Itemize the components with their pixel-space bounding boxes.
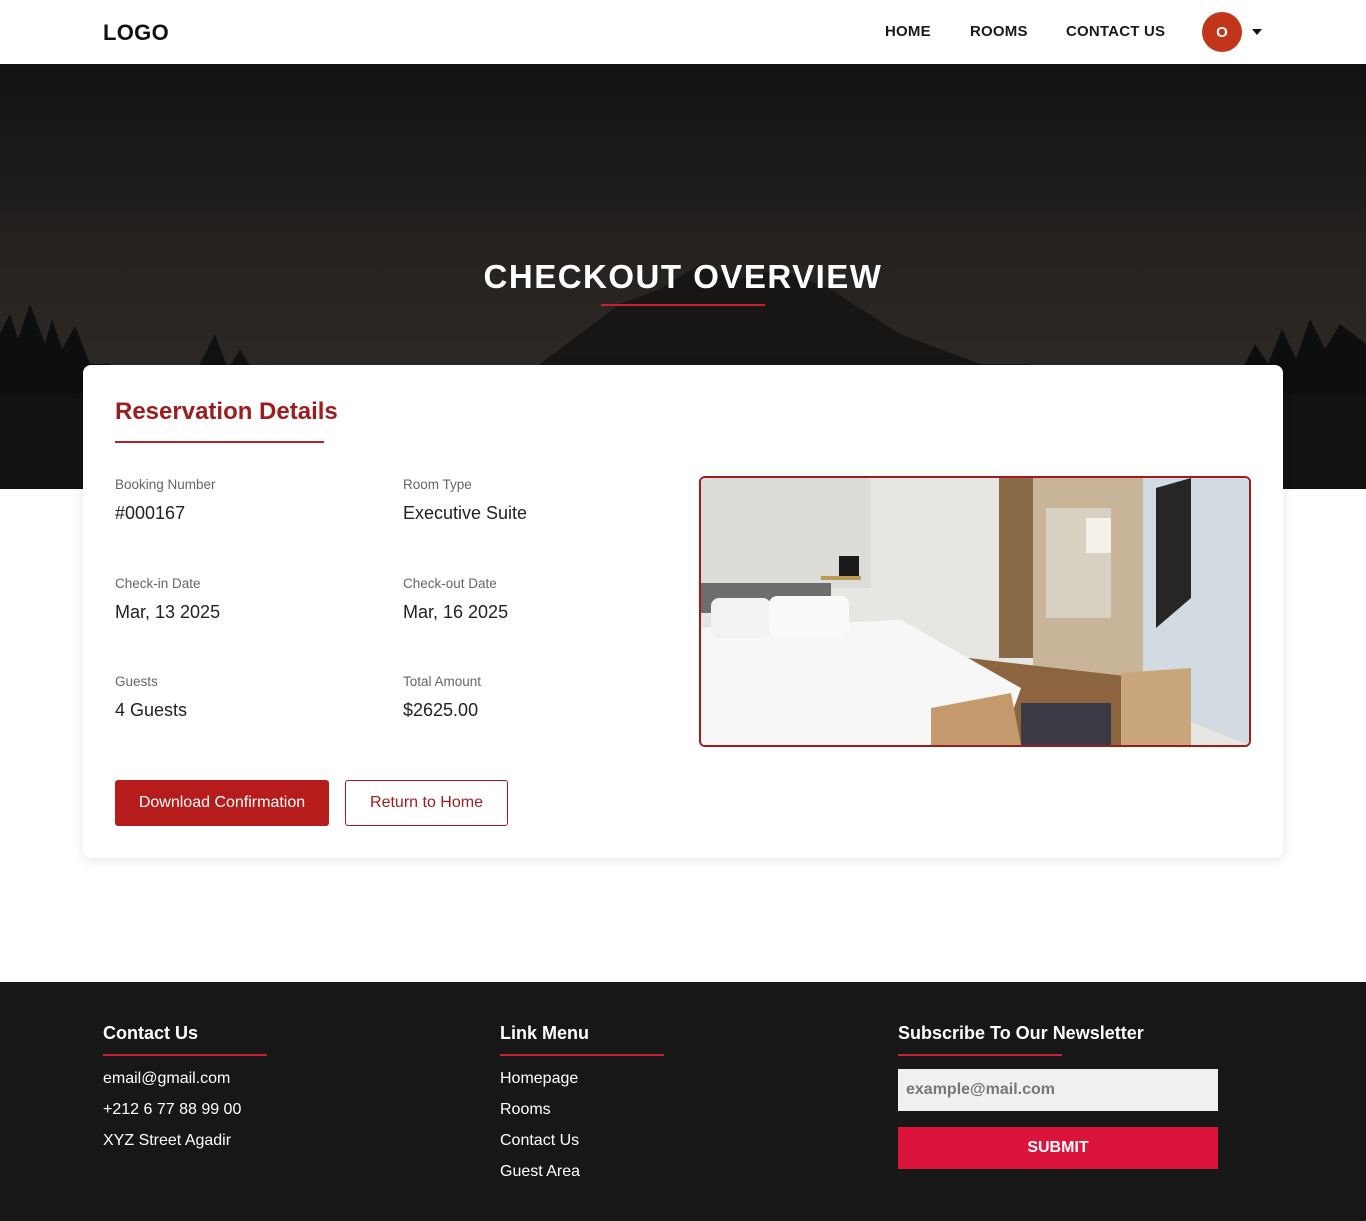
room-photo [699,476,1251,747]
footer-links-title: Link Menu [500,1023,589,1043]
nav-home-link[interactable]: HOME [885,23,931,40]
footer: Contact Us email@gmail.com +212 6 77 88 … [0,982,1366,1221]
footer-newsletter-underline [898,1054,1062,1056]
footer-contact-title: Contact Us [103,1023,199,1043]
guests-value: 4 Guests [115,700,188,720]
reservation-card: Reservation Details Booking Number #0001… [83,365,1283,858]
footer-newsletter-title: Subscribe To Our Newsletter [898,1023,1144,1043]
guests-label: Guests [115,674,158,689]
footer-link-guest-area[interactable]: Guest Area [500,1163,580,1181]
check-in-label: Check-in Date [115,576,201,591]
footer-address: XYZ Street Agadir [103,1132,232,1149]
nav-contact-link[interactable]: CONTACT US [1066,23,1165,40]
booking-number-label: Booking Number [115,477,216,492]
footer-link-rooms[interactable]: Rooms [500,1101,551,1119]
newsletter-email-input[interactable] [898,1069,1218,1111]
title-underline [601,304,765,306]
top-navbar: LOGO HOME ROOMS CONTACT US O [0,0,1366,64]
footer-links-underline [500,1054,664,1056]
check-in-value: Mar, 13 2025 [115,602,221,622]
footer-contact-underline [103,1054,267,1056]
download-confirmation-button[interactable]: Download Confirmation [115,780,329,826]
check-out-label: Check-out Date [403,576,497,591]
total-amount-label: Total Amount [403,674,482,689]
hotel-room-illustration [701,478,1249,745]
page-title: CHECKOUT OVERVIEW [483,258,883,295]
room-type-value: Executive Suite [403,503,528,523]
logo[interactable]: LOGO [103,20,169,46]
footer-link-homepage[interactable]: Homepage [500,1070,578,1088]
footer-link-contact[interactable]: Contact Us [500,1132,579,1150]
caret-down-icon[interactable] [1252,29,1262,35]
return-home-button[interactable]: Return to Home [345,780,508,826]
user-avatar[interactable]: O [1202,12,1242,52]
reservation-title: Reservation Details [115,398,338,425]
check-out-value: Mar, 16 2025 [403,602,509,622]
room-type-label: Room Type [403,477,472,492]
reservation-title-underline [115,441,324,443]
total-amount-value: $2625.00 [403,700,479,720]
newsletter-submit-button[interactable]: SUBMIT [898,1127,1218,1169]
nav-rooms-link[interactable]: ROOMS [970,23,1028,40]
footer-email: email@gmail.com [103,1070,231,1087]
footer-phone: +212 6 77 88 99 00 [103,1101,242,1118]
booking-number-value: #000167 [115,503,186,523]
